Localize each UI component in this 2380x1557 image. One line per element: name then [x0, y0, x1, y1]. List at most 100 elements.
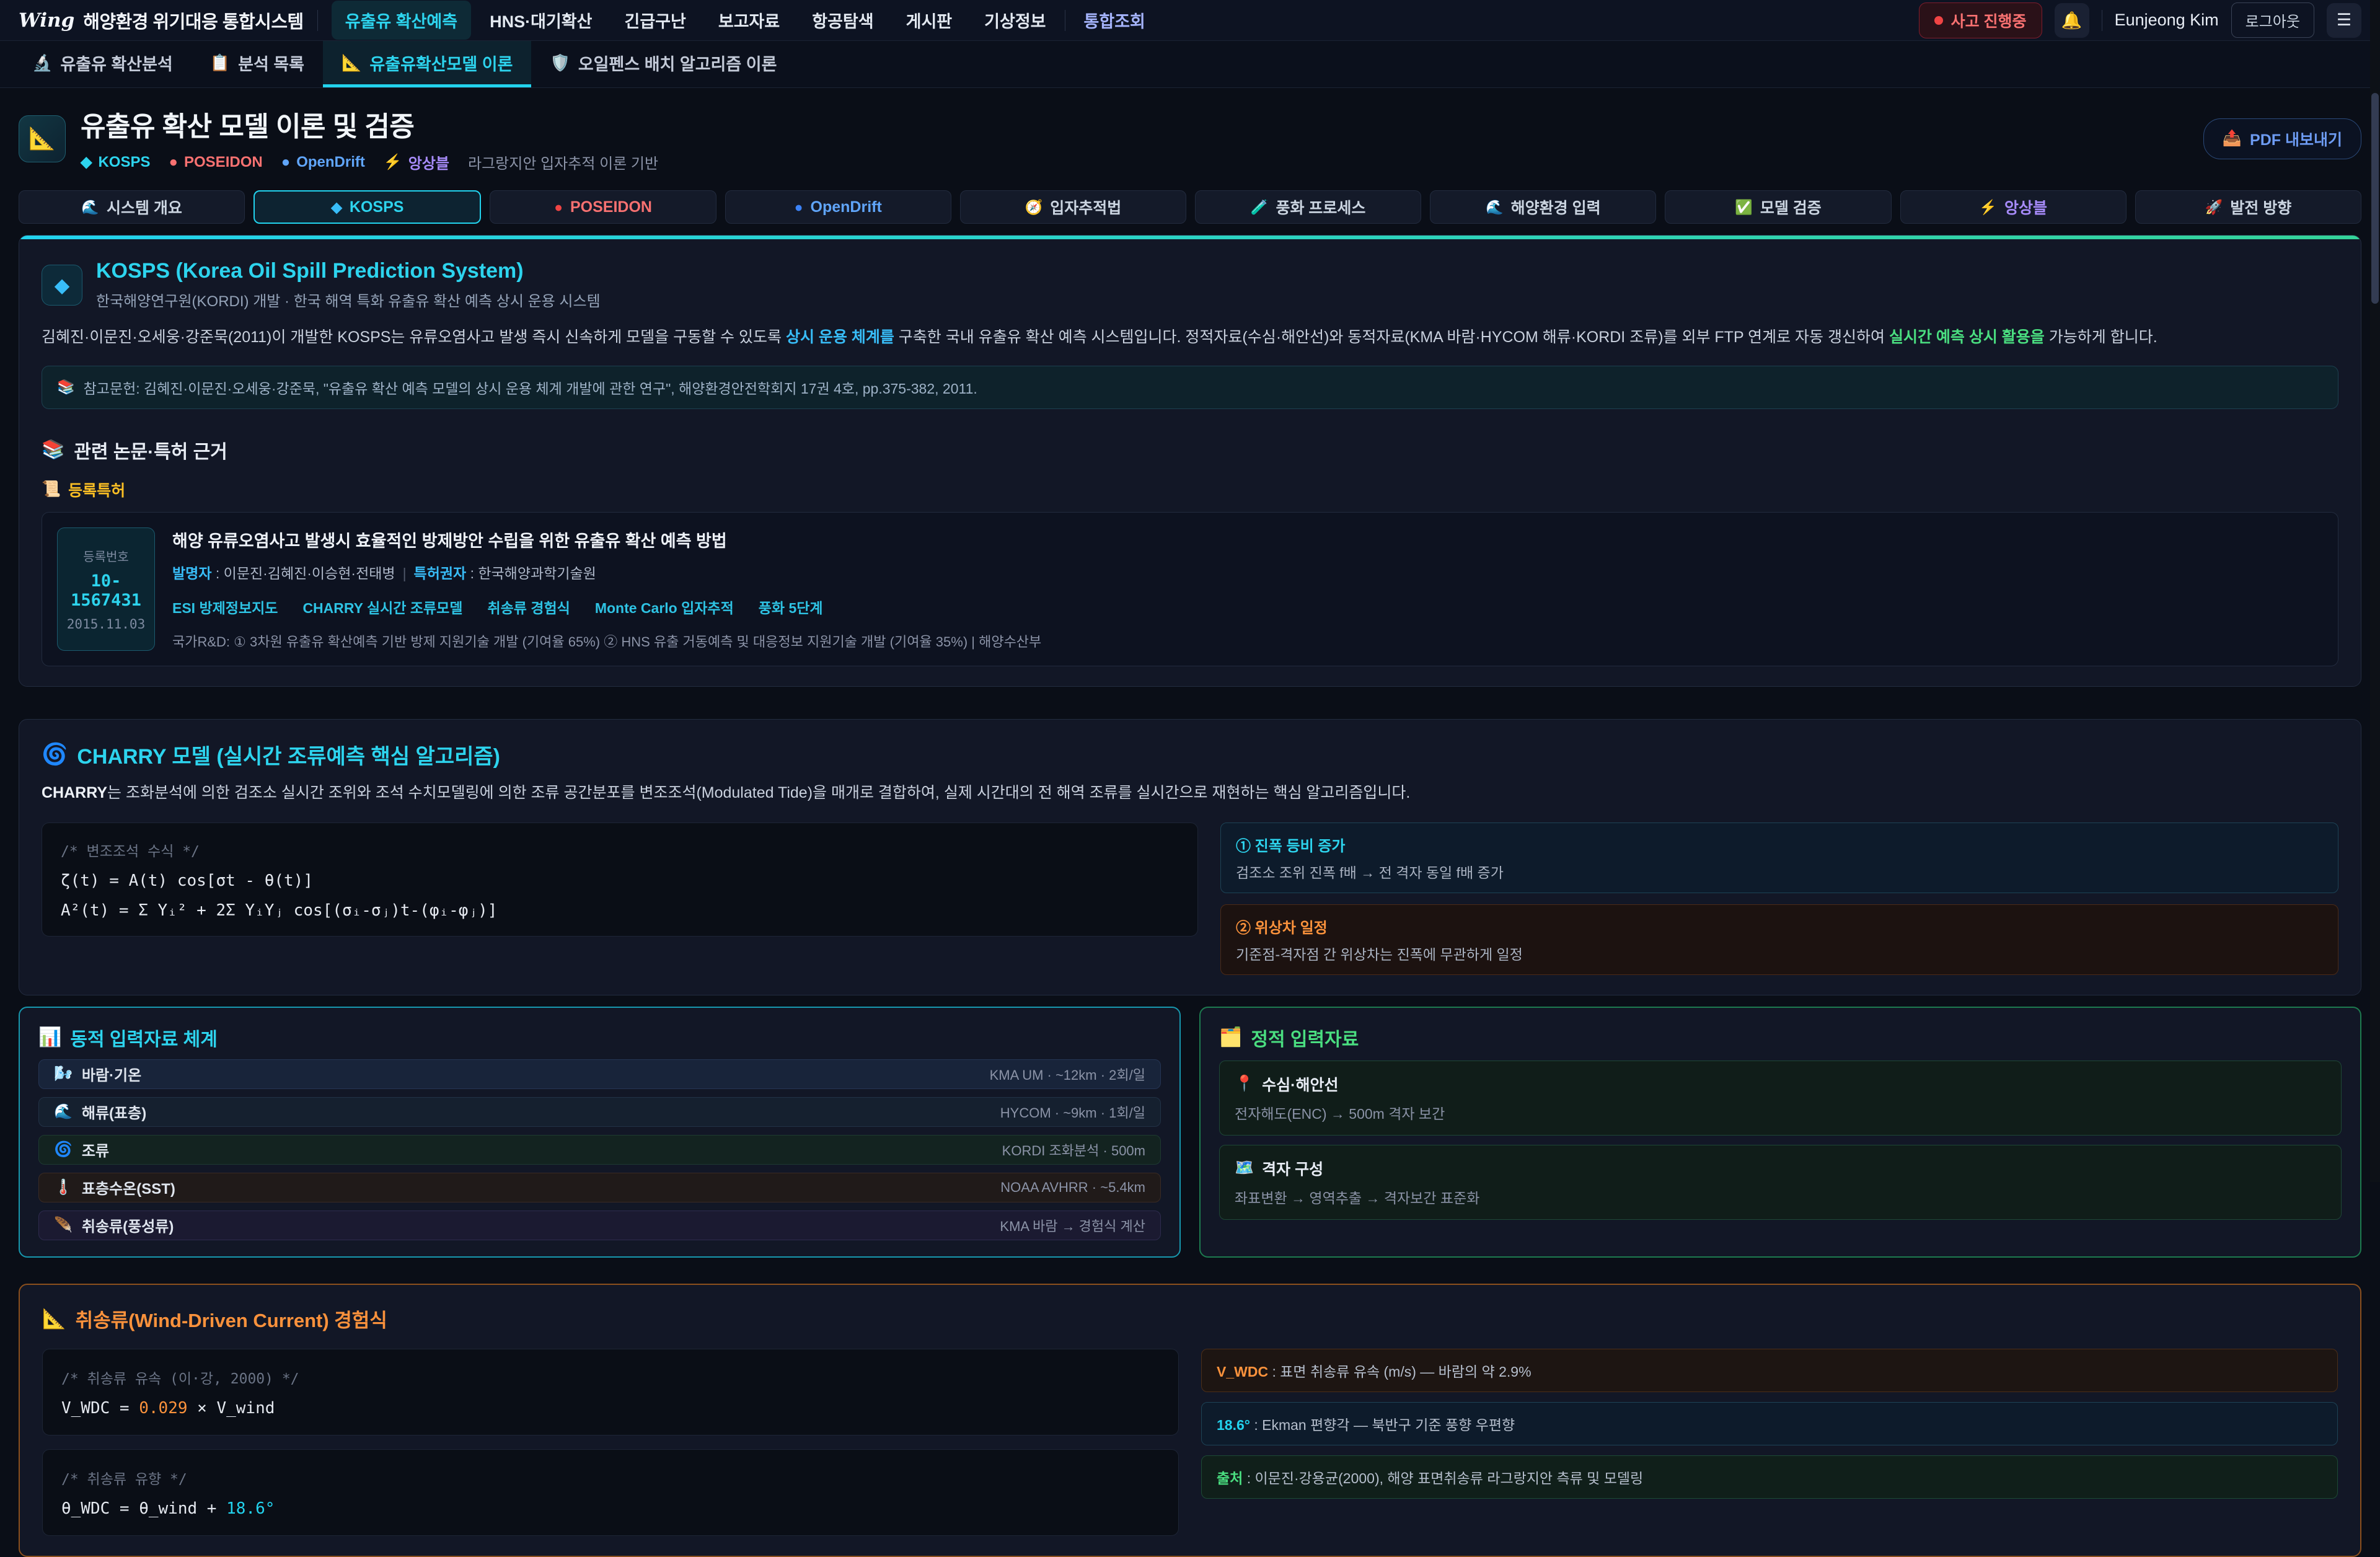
page-subtitle: 라그랑지안 입자추적 이론 기반 [468, 151, 658, 173]
tag-wind-driven-formula[interactable]: 취송류 경험식 [487, 596, 570, 617]
kosps-description-part: 가능하게 합니다. [2045, 329, 2157, 346]
dynamic-row-wind-temp: 🌬️바람·기온 KMA UM · ~12km · 2회/일 [38, 1059, 1161, 1089]
feather-icon: 🪶 [54, 1216, 73, 1234]
static-input-title: 정적 입력자료 [1251, 1024, 1359, 1051]
tab-label: 앙상블 [2004, 196, 2047, 218]
tab-future-direction[interactable]: 🚀 발전 방향 [2135, 190, 2361, 224]
charry-description-rest: 는 조화분석에 의한 검조소 실시간 조위와 조석 수치모델링에 의한 조류 공… [107, 784, 1410, 801]
static-item-description: 좌표변환 → 영역추출 → 격자보간 표준화 [1235, 1186, 2326, 1207]
subtab-label: 오일펜스 배치 알고리즘 이론 [578, 51, 777, 75]
formula-part: V_WDC = [61, 1399, 139, 1418]
books-icon: 📚 [57, 379, 75, 395]
dynamic-input-title-row: 📊 동적 입력자료 체계 [38, 1024, 1161, 1051]
incident-status-label: 사고 진행중 [1951, 9, 2027, 32]
subtab-spill-analysis[interactable]: 🔬 유출유 확산분석 [14, 41, 192, 87]
badge-ensemble: ⚡ 앙상블 [384, 151, 449, 173]
tag-monte-carlo[interactable]: Monte Carlo 입자추적 [595, 596, 734, 617]
tab-model-validation[interactable]: ✅ 모델 검증 [1665, 190, 1891, 224]
alert-dot-icon [1934, 16, 1943, 25]
inventors-label: 발명자 [172, 565, 211, 581]
triangle-ruler-icon: 📐 [42, 1307, 66, 1330]
triangle-ruler-icon: 📐 [29, 126, 56, 151]
nav-item-reports[interactable]: 보고자료 [705, 1, 793, 40]
model-tab-bar: 🌊 시스템 개요 ◆ KOSPS ● POSEIDON ● OpenDrift … [19, 190, 2361, 224]
reference-box: 📚 참고문헌: 김혜진·이문진·오세웅·강준묵, "유출유 확산 예측 모델의 … [42, 366, 2338, 409]
dot-icon: ● [169, 154, 178, 171]
row-label: 해류(표층) [82, 1101, 146, 1123]
charry-callouts: ① 진폭 등비 증가 검조소 조위 진폭 f배 → 전 격자 동일 f배 증가 … [1220, 823, 2338, 975]
callout-description: 기준점-격자점 간 위상차는 진폭에 무관하게 일정 [1236, 943, 2323, 964]
model-badges: ◆ KOSPS ● POSEIDON ● OpenDrift ⚡ 앙상블 [81, 151, 658, 173]
dynamic-row-tidal-current: 🌀조류 KORDI 조화분석 · 500m [38, 1135, 1161, 1165]
incident-status-badge[interactable]: 사고 진행중 [1919, 2, 2042, 38]
kosps-title: KOSPS (Korea Oil Spill Prediction System… [96, 259, 601, 283]
subtab-label: 유출유확산모델 이론 [369, 51, 513, 75]
dot-icon: ● [554, 199, 563, 216]
static-item-grid: 🗺️격자 구성 좌표변환 → 영역추출 → 격자보간 표준화 [1219, 1145, 2342, 1220]
charry-title: CHARRY 모델 (실시간 조류예측 핵심 알고리즘) [77, 739, 500, 770]
nav-item-oil-spill-forecast[interactable]: 유출유 확산예측 [332, 1, 471, 40]
tab-opendrift[interactable]: ● OpenDrift [725, 190, 951, 224]
subtab-label: 유출유 확산분석 [60, 51, 172, 75]
row-value: NOAA AVHRR · ~5.4km [1000, 1180, 1145, 1196]
tide-formula-1: ζ(t) = A(t) cos[σt - θ(t)] [61, 871, 1179, 890]
note-term: 18.6° [1217, 1417, 1250, 1433]
callout-title: ② 위상차 일정 [1236, 915, 2323, 937]
badge-label: KOSPS [98, 154, 150, 171]
subtab-oil-fence-theory[interactable]: 🛡️ 오일펜스 배치 알고리즘 이론 [531, 41, 795, 87]
wind-direction-code-block: /* 취송류 유향 */ θ_WDC = θ_wind + 18.6° [42, 1449, 1179, 1536]
tab-system-overview[interactable]: 🌊 시스템 개요 [19, 190, 245, 224]
sub-navbar: 🔬 유출유 확산분석 📋 분석 목록 📐 유출유확산모델 이론 🛡️ 오일펜스 … [0, 41, 2380, 88]
nav-item-hns-air[interactable]: HNS·대기확산 [476, 1, 606, 40]
nav-item-board[interactable]: 게시판 [892, 1, 966, 40]
hamburger-icon: ☰ [2337, 11, 2351, 30]
callout-amplitude-ratio: ① 진폭 등비 증가 검조소 조위 진폭 f배 → 전 격자 동일 f배 증가 [1220, 823, 2338, 893]
dynamic-input-title: 동적 입력자료 체계 [70, 1024, 217, 1051]
nav-item-emergency-rescue[interactable]: 긴급구난 [610, 1, 699, 40]
nav-item-weather[interactable]: 기상정보 [971, 1, 1059, 40]
row-value: KORDI 조화분석 · 500m [1002, 1140, 1145, 1160]
tab-ensemble[interactable]: ⚡ 앙상블 [1900, 190, 2127, 224]
dot-icon: ● [281, 154, 291, 171]
static-item-description: 전자해도(ENC) → 500m 격자 보간 [1235, 1102, 2326, 1123]
hamburger-menu-button[interactable]: ☰ [2327, 3, 2361, 38]
pdf-export-button[interactable]: 📤 PDF 내보내기 [2203, 118, 2361, 159]
page-scrollbar-thumb[interactable] [2371, 93, 2379, 304]
export-icon: 📤 [2223, 130, 2242, 148]
tag-charry-model[interactable]: CHARRY 실시간 조류모델 [302, 596, 462, 617]
tab-weathering-process[interactable]: 🧪 풍화 프로세스 [1195, 190, 1421, 224]
patent-details: 해양 유류오염사고 발생시 효율적인 방제방안 수립을 위한 유출유 확산 예측… [172, 527, 1041, 651]
subtab-analysis-list[interactable]: 📋 분석 목록 [192, 41, 323, 87]
rocket-icon: 🚀 [2205, 199, 2223, 216]
microscope-icon: 🔬 [32, 53, 52, 73]
patent-holder-label: 특허권자 [414, 565, 467, 581]
callout-title: ① 진폭 등비 증가 [1236, 834, 2323, 855]
nav-item-air-search[interactable]: 항공탐색 [798, 1, 887, 40]
row-label: 표층수온(SST) [82, 1176, 175, 1198]
subtab-model-theory[interactable]: 📐 유출유확산모델 이론 [323, 41, 531, 87]
registered-patent-label: 📜 등록특허 [42, 479, 2338, 501]
charry-description: CHARRY는 조화분석에 의한 검조소 실시간 조위와 조석 수치모델링에 의… [42, 781, 2338, 805]
charry-name-bold: CHARRY [42, 784, 107, 801]
kosps-diamond-icon-tile: ◆ [42, 265, 82, 306]
tab-poseidon[interactable]: ● POSEIDON [490, 190, 716, 224]
dynamic-row-surface-current: 🌊해류(표층) HYCOM · ~9km · 1회/일 [38, 1097, 1161, 1127]
tab-kosps[interactable]: ◆ KOSPS [253, 190, 481, 224]
patent-meta: 발명자 : 이문진·김혜진·이승현·전태병|특허권자 : 한국해양과학기술원 [172, 562, 1041, 583]
kosps-description-part: 김혜진·이문진·오세웅·강준묵(2011)이 개발한 KOSPS는 유류오염사고… [42, 329, 786, 346]
diamond-icon: ◆ [331, 199, 342, 216]
tab-marine-env-input[interactable]: 🌊 해양환경 입력 [1430, 190, 1656, 224]
nav-item-integrated-search[interactable]: 통합조회 [1070, 1, 1159, 40]
logout-button[interactable]: 로그아웃 [2231, 2, 2314, 38]
tab-label: 풍화 프로세스 [1276, 196, 1365, 218]
dynamic-row-sst: 🌡️표층수온(SST) NOAA AVHRR · ~5.4km [38, 1173, 1161, 1202]
page-scrollbar-track[interactable] [2370, 0, 2380, 1182]
tag-weathering-5steps[interactable]: 풍화 5단계 [759, 596, 823, 617]
diamond-icon: ◆ [81, 153, 92, 171]
shield-icon: 🛡️ [550, 53, 570, 73]
note-term: 출처 [1217, 1470, 1243, 1486]
pdf-export-label: PDF 내보내기 [2250, 128, 2342, 150]
notification-bell-button[interactable]: 🔔 [2055, 3, 2089, 38]
tab-particle-tracking[interactable]: 🧭 입자추적법 [960, 190, 1186, 224]
tag-esi-map[interactable]: ESI 방제정보지도 [172, 596, 278, 617]
